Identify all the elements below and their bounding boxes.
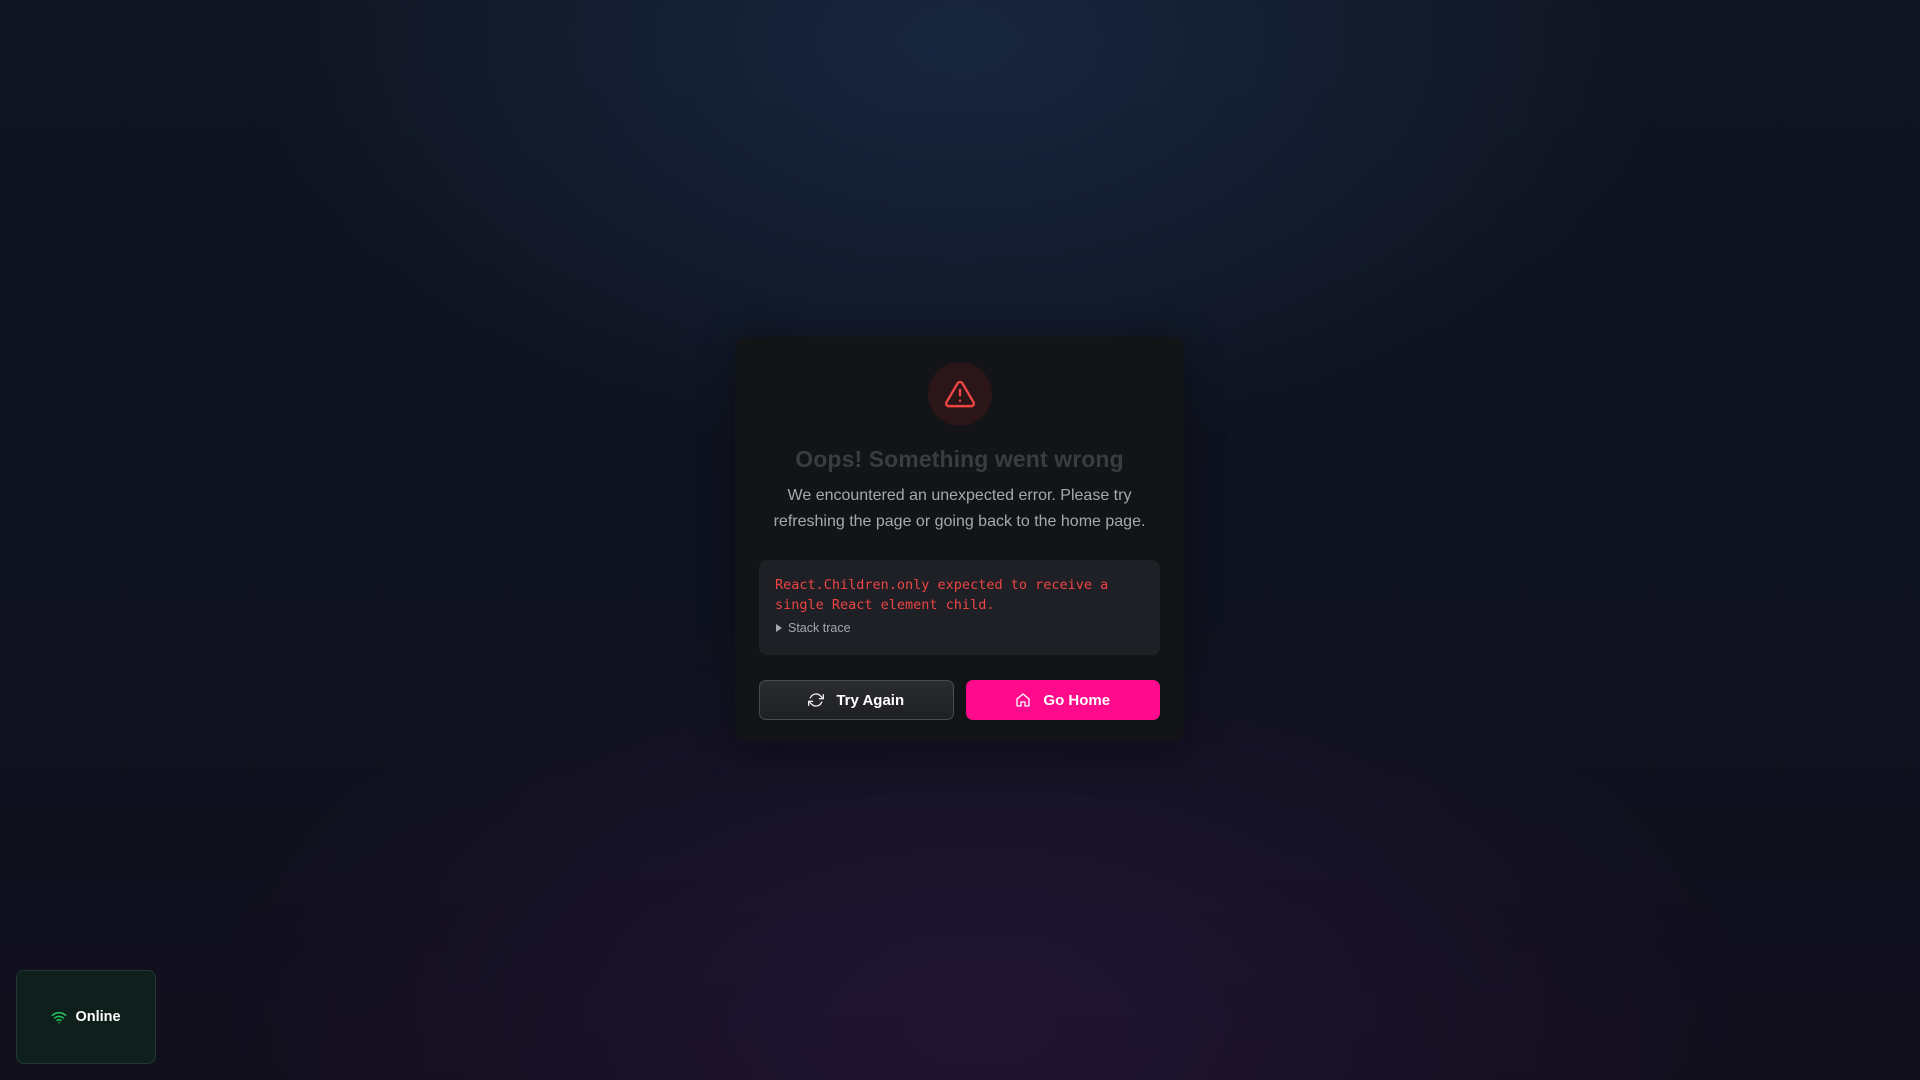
error-details-box: React.Children.only expected to receive … <box>759 560 1160 655</box>
home-icon <box>1016 693 1031 707</box>
error-card: Oops! Something went wrong We encountere… <box>735 337 1184 741</box>
alert-triangle-icon <box>944 380 975 408</box>
error-title: Oops! Something went wrong <box>795 446 1124 472</box>
try-again-label: Try Again <box>836 691 905 709</box>
disclosure-triangle-icon <box>776 624 782 632</box>
refresh-icon <box>808 693 825 707</box>
connection-status: Online <box>16 970 156 1064</box>
wifi-icon <box>52 1012 67 1024</box>
try-again-button[interactable]: Try Again <box>759 680 954 720</box>
go-home-label: Go Home <box>1043 691 1111 709</box>
stack-trace-label: Stack trace <box>788 621 851 635</box>
error-message: We encountered an unexpected error. Plea… <box>773 487 1146 530</box>
go-home-button[interactable]: Go Home <box>965 680 1160 720</box>
error-details-text: React.Children.only expected to receive … <box>775 577 1109 613</box>
status-label: Online <box>75 1009 121 1025</box>
action-buttons: Try Again Go Home <box>759 680 1160 720</box>
alert-badge <box>927 362 992 426</box>
stack-trace-toggle[interactable]: Stack trace <box>775 621 1144 635</box>
